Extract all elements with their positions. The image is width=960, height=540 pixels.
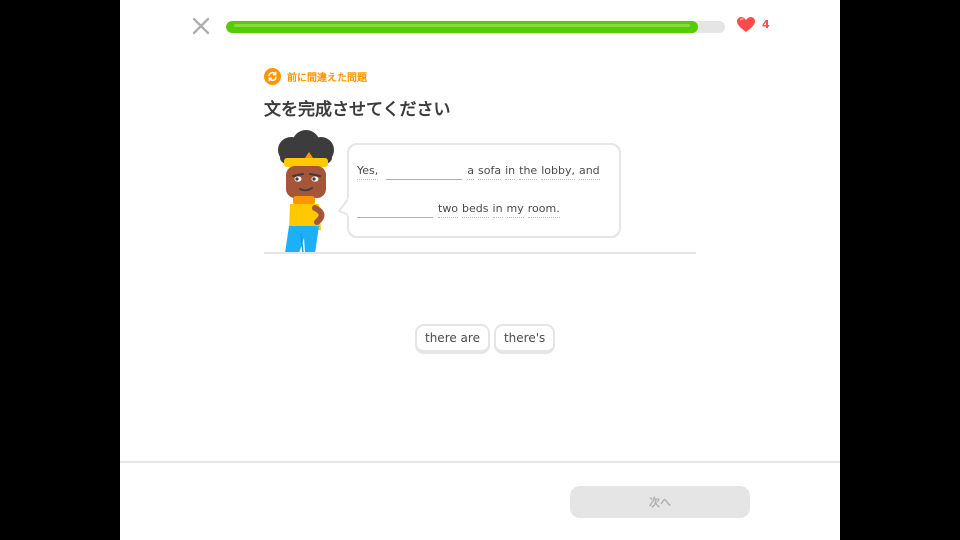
word-bank: there are there's: [415, 324, 556, 354]
speech-bubble: [347, 143, 621, 238]
sentence-word[interactable]: Yes,: [357, 164, 379, 180]
sentence-word[interactable]: room.: [527, 202, 560, 218]
answer-blank-2[interactable]: [357, 198, 433, 218]
close-button[interactable]: [191, 16, 211, 36]
sentence-word[interactable]: the: [519, 164, 538, 180]
sentence-word[interactable]: beds: [462, 202, 489, 218]
hearts-count: 4: [762, 18, 770, 31]
word-chip-there-are[interactable]: there are: [415, 324, 490, 354]
sentence-word[interactable]: lobby,: [541, 164, 575, 180]
sentence-line-2: two beds in my room.: [357, 198, 564, 218]
progress-bar: [226, 21, 725, 33]
heart-icon: [737, 17, 755, 32]
close-icon: [192, 17, 210, 35]
footer-divider: [120, 461, 840, 463]
exercise-title: 文を完成させてください: [264, 100, 451, 120]
previous-mistake-badge: 前に間違えた問題: [264, 68, 367, 85]
sentence-word[interactable]: a: [467, 164, 475, 180]
sentence-word[interactable]: in: [492, 202, 503, 218]
sentence-word[interactable]: sofa: [478, 164, 502, 180]
exercise-divider: [264, 252, 696, 254]
retry-icon: [264, 68, 281, 85]
hearts-counter[interactable]: 4: [736, 16, 770, 33]
character-illustration: [278, 130, 334, 253]
progress-fill: [226, 21, 698, 33]
sentence-word[interactable]: and: [578, 164, 600, 180]
app-window: 4 前に間違えた問題 文を完成させてください Yes, a sofa in th…: [120, 0, 840, 540]
sentence-word[interactable]: two: [438, 202, 459, 218]
badge-label: 前に間違えた問題: [287, 73, 367, 84]
speech-bubble-tail: [338, 198, 350, 216]
next-button[interactable]: 次へ: [570, 486, 750, 518]
word-chip-theres[interactable]: there's: [493, 324, 556, 354]
sentence-line-1: Yes, a sofa in the lobby, and: [357, 160, 604, 180]
answer-blank-1[interactable]: [386, 160, 463, 180]
sentence-word[interactable]: in: [505, 164, 516, 180]
sentence-word[interactable]: my: [506, 202, 524, 218]
